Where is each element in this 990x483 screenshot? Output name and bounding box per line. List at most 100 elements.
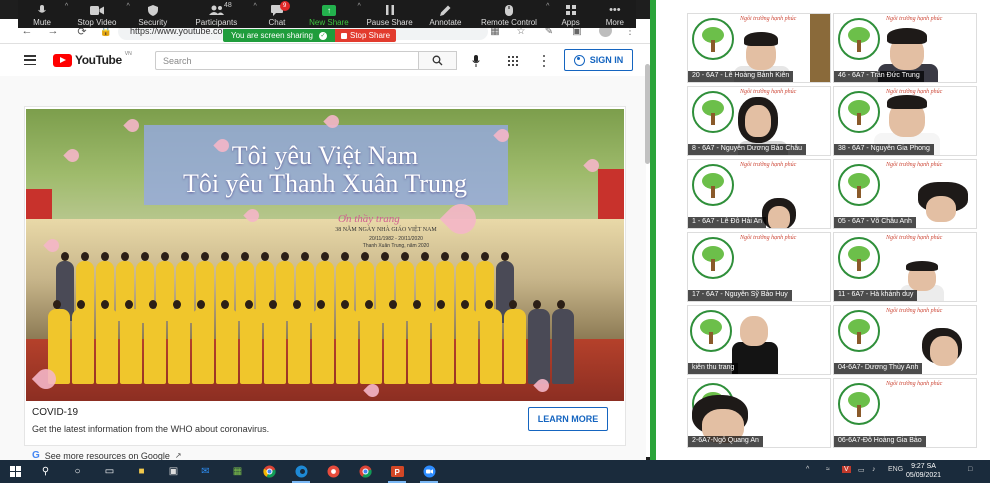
chat-badge: 9 — [279, 1, 290, 11]
pause-share-label: Pause Share — [366, 18, 413, 27]
zoom-icon[interactable] — [422, 464, 437, 479]
new-share-button[interactable]: ↑ New Share ^ — [299, 0, 361, 28]
participant-tile[interactable]: Ngôi trường hạnh phúc 20 - 6A7 - Lê Hoàn… — [687, 13, 831, 83]
annotate-button[interactable]: Annotate — [420, 0, 470, 28]
skype-icon[interactable] — [326, 464, 341, 479]
participant-background — [810, 14, 830, 82]
external-link-icon: ↗ — [174, 451, 182, 460]
participant-tile[interactable]: Ngôi trường hạnh phúc 05 - 6A7 - Võ Châu… — [833, 159, 977, 229]
edge-icon[interactable] — [294, 464, 309, 479]
sharing-status[interactable]: You are screen sharing ✓ — [223, 29, 335, 42]
participant-tile[interactable]: Ngôi trường hạnh phúc 38 - 6A7 - Nguyễn … — [833, 86, 977, 156]
participant-tile[interactable]: Ngôi trường hạnh phúc 06-6A7-Đỗ Hoàng Gi… — [833, 378, 977, 448]
school-logo-icon — [838, 237, 880, 279]
crowd-front-row — [48, 300, 576, 384]
participant-name: 8 - 6A7 - Nguyễn Dương Bảo Châu — [688, 144, 807, 155]
chrome-icon[interactable] — [262, 464, 277, 479]
apps-button[interactable]: Apps — [547, 0, 593, 28]
security-button[interactable]: Security — [128, 0, 178, 28]
pause-share-button[interactable]: Pause Share — [359, 0, 421, 28]
windows-taskbar: ⚲ ○ ▭ ■ ▣ ✉ ▦ P ^ ≈ V ▭ ♪ ENG 9:27 SA 05… — [0, 460, 990, 483]
mute-button[interactable]: Mute ^ — [18, 0, 68, 28]
stop-video-label: Stop Video — [77, 18, 117, 27]
battery-icon[interactable]: ▭ — [858, 466, 865, 474]
participant-name: 06-6A7-Đỗ Hoàng Gia Bảo — [834, 436, 926, 447]
search-button[interactable] — [419, 51, 457, 70]
participant-tile[interactable]: kiên thu trang — [687, 305, 831, 375]
stop-video-button[interactable]: Stop Video ^ — [66, 0, 129, 28]
participant-tile[interactable]: 2-6A7-Ngô Quang An — [687, 378, 831, 448]
participant-tile[interactable]: Ngôi trường hạnh phúc 17 - 6A7 - Nguyễn … — [687, 232, 831, 302]
participant-face — [930, 336, 958, 366]
participant-tile[interactable]: Ngôi trường hạnh phúc 11 - 6A7 - Hà khán… — [833, 232, 977, 302]
start-icon[interactable] — [8, 464, 23, 479]
school-logo-icon — [838, 310, 880, 352]
banner-script: Ơn thầy trang — [338, 213, 400, 225]
shield-check-icon: ✓ — [318, 31, 327, 40]
participant-tile[interactable]: Ngôi trường hạnh phúc 46 - 6A7 - Trần Đứ… — [833, 13, 977, 83]
system-clock[interactable]: 9:27 SA 05/09/2021 — [906, 462, 941, 480]
participant-hair — [906, 261, 938, 271]
participant-name: kiên thu trang — [688, 363, 739, 374]
participant-name: 20 - 6A7 - Lê Hoàng Bảnh Kiên — [688, 71, 794, 82]
desktop: ← → ⟳ 🔒 https://www.youtube.com ▦ ☆ ✎ ▣ … — [0, 0, 990, 483]
notifications-icon[interactable]: □ — [968, 466, 972, 473]
more-button[interactable]: ••• More — [594, 0, 636, 28]
remote-control-label: Remote Control — [480, 18, 537, 27]
gallery-grid: Ngôi trường hạnh phúc 20 - 6A7 - Lê Hoàn… — [656, 0, 990, 460]
stop-icon — [340, 32, 347, 39]
tile-slogan: Ngôi trường hạnh phúc — [740, 16, 797, 22]
learn-more-button[interactable]: LEARN MORE — [528, 407, 608, 431]
menu-icon[interactable] — [24, 55, 36, 65]
tile-slogan: Ngôi trường hạnh phúc — [886, 162, 943, 168]
language-indicator[interactable]: ENG — [888, 466, 903, 473]
voice-search-icon[interactable] — [470, 54, 482, 68]
participant-face — [740, 316, 768, 346]
cortana-icon[interactable]: ○ — [70, 464, 85, 479]
participant-name: 04-6A7- Dương Thùy Anh — [834, 363, 923, 374]
participant-tile[interactable]: Ngôi trường hạnh phúc 04-6A7- Dương Thùy… — [833, 305, 977, 375]
file-explorer-icon[interactable]: ■ — [134, 464, 149, 479]
region-code: VN — [124, 51, 132, 57]
covid-banner-image[interactable]: Tôi yêu Việt Nam Tôi yêu Thanh Xuân Trun… — [26, 109, 624, 401]
chrome-alt-icon[interactable] — [358, 464, 373, 479]
tile-slogan: Ngôi trường hạnh phúc — [740, 235, 797, 241]
search-icon[interactable]: ⚲ — [38, 464, 53, 479]
participants-count: 48 — [224, 2, 232, 9]
store-icon[interactable]: ▣ — [166, 464, 181, 479]
stop-share-label: Stop Share — [349, 31, 391, 40]
tile-slogan: Ngôi trường hạnh phúc — [886, 89, 943, 95]
chat-label: Chat — [268, 18, 286, 27]
youtube-logo[interactable]: YouTube VN — [53, 51, 132, 67]
remote-control-button[interactable]: Remote Control ^ — [470, 0, 550, 28]
participant-tile[interactable]: Ngôi trường hạnh phúc 8 - 6A7 - Nguyễn D… — [687, 86, 831, 156]
wifi-icon[interactable]: ≈ — [826, 466, 830, 473]
shield-icon — [147, 3, 158, 17]
stop-share-button[interactable]: Stop Share — [334, 29, 397, 42]
zoom-meeting-toolbar: Mute ^ Stop Video ^ Security 48 Particip… — [18, 0, 636, 28]
participant-tile[interactable]: Ngôi trường hạnh phúc 1 - 6A7 - Lê Đỗ Hả… — [687, 159, 831, 229]
participants-button[interactable]: 48 Participants ^ — [178, 0, 256, 28]
sign-in-label: SIGN IN — [589, 55, 624, 65]
svg-text:P: P — [395, 468, 401, 477]
participant-name: 11 - 6A7 - Hà khánh duy — [834, 290, 918, 301]
antivirus-icon[interactable]: V — [842, 466, 851, 473]
school-logo-icon — [692, 237, 734, 279]
settings-more-icon[interactable] — [542, 55, 546, 67]
sign-in-button[interactable]: SIGN IN — [564, 49, 633, 71]
search-input[interactable]: Search — [155, 51, 419, 70]
participant-hair — [887, 28, 927, 44]
task-view-icon[interactable]: ▭ — [102, 464, 117, 479]
photos-icon[interactable]: ▦ — [230, 464, 245, 479]
school-logo-icon — [690, 310, 732, 352]
participant-hair — [744, 32, 778, 46]
powerpoint-icon[interactable]: P — [390, 464, 405, 479]
share-screen-icon: ↑ — [321, 4, 336, 16]
banner-title-2: Tôi yêu Thanh Xuân Trung — [182, 169, 468, 198]
screen-sharing-indicator: You are screen sharing ✓ Stop Share — [223, 29, 397, 42]
tray-chevron-icon[interactable]: ^ — [806, 466, 809, 473]
mail-icon[interactable]: ✉ — [198, 464, 213, 479]
volume-icon[interactable]: ♪ — [872, 466, 876, 473]
chat-button[interactable]: 9 Chat — [255, 0, 299, 28]
apps-grid-icon[interactable] — [508, 56, 518, 66]
